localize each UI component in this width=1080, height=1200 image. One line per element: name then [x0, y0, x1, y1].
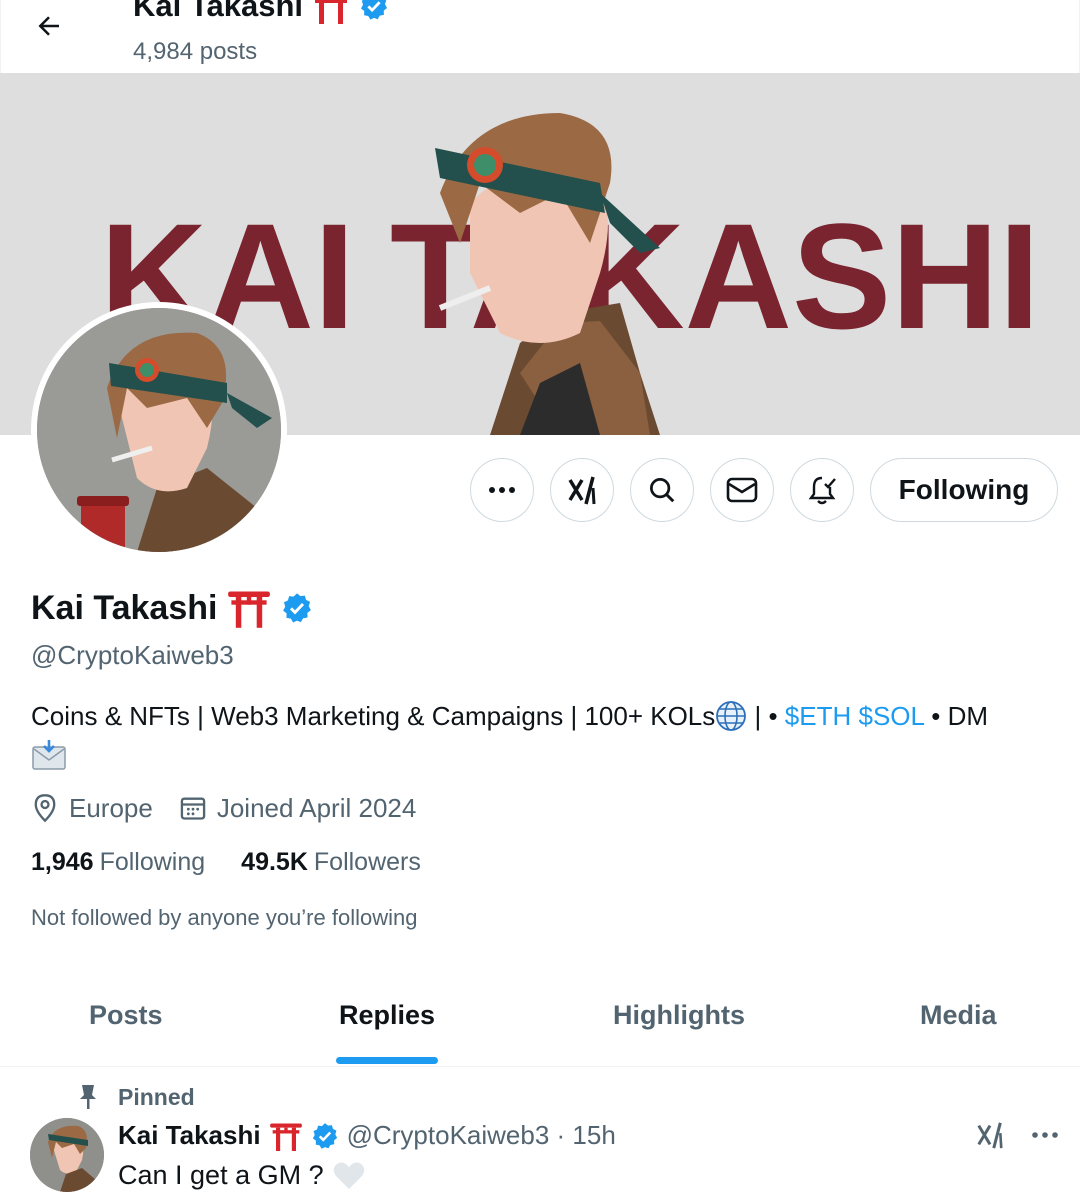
bio-separator: | • — [747, 701, 785, 731]
verified-badge-icon — [312, 1122, 337, 1149]
post-text: Can I get a GM ? — [118, 1160, 366, 1191]
profile-handle: @CryptoKaiweb3 — [31, 640, 234, 670]
bio-text: Coins & NFTs | Web3 Marketing & Campaign… — [31, 701, 716, 731]
following-button[interactable]: Following — [870, 458, 1058, 522]
following-count: 1,946 — [31, 848, 94, 876]
profile-tabs: Posts Replies Highlights Media — [0, 970, 1080, 1067]
white-heart-icon — [333, 1162, 364, 1189]
grok-icon — [568, 476, 596, 505]
pinned-label: Pinned — [118, 1083, 195, 1110]
grok-button[interactable] — [550, 458, 614, 522]
globe-icon — [716, 701, 747, 731]
post-avatar-artwork — [30, 1118, 104, 1192]
profile-bio: Coins & NFTs | Web3 Marketing & Campaign… — [31, 696, 1061, 776]
location-text: Europe — [69, 792, 153, 823]
search-icon — [650, 478, 675, 503]
pin-icon — [80, 1085, 96, 1109]
profile-meta: Europe Joined April 2024 — [31, 790, 442, 826]
location: Europe — [31, 793, 153, 824]
followers-link[interactable]: 49.5K Followers — [241, 848, 421, 877]
search-profile-button[interactable] — [630, 458, 694, 522]
notifications-button[interactable] — [790, 458, 854, 522]
tab-media[interactable]: Media — [920, 1000, 997, 1031]
envelope-icon — [726, 477, 758, 503]
bio-cashtags[interactable]: $ETH $SOL — [785, 701, 924, 731]
more-options-button[interactable] — [470, 458, 534, 522]
torii-gate-icon — [228, 591, 271, 628]
torii-gate-icon — [315, 0, 348, 24]
pinned-indicator: Pinned — [76, 1083, 195, 1111]
follow-stats: 1,946 Following 49.5K Followers — [31, 848, 457, 877]
header-name: Kai Takashi — [133, 0, 389, 24]
post-actions — [975, 1120, 1059, 1150]
active-tab-indicator — [336, 1057, 438, 1064]
followers-label: Followers — [313, 848, 421, 876]
header-name-text: Kai Takashi — [133, 0, 304, 23]
post-body: Can I get a GM ? — [118, 1160, 324, 1190]
arrow-left-icon — [38, 16, 59, 36]
post-header: Kai Takashi @CryptoKaiweb3 · 15h — [118, 1120, 616, 1151]
mutual-followers-note: Not followed by anyone you’re following — [31, 905, 418, 930]
verified-badge-icon[interactable] — [281, 592, 313, 624]
top-bar: Kai Takashi 4,984 posts — [0, 0, 1080, 73]
verified-badge-icon — [361, 0, 388, 20]
display-name: Kai Takashi — [31, 588, 313, 628]
tab-posts[interactable]: Posts — [89, 1000, 163, 1031]
bio-dm-text: • DM — [924, 701, 988, 731]
following-label: Following — [99, 848, 206, 876]
back-button[interactable] — [29, 6, 69, 46]
tab-replies[interactable]: Replies — [339, 1000, 435, 1031]
incoming-envelope-icon — [32, 740, 66, 770]
grok-icon[interactable] — [975, 1120, 1005, 1150]
bell-check-icon — [808, 476, 836, 505]
post-author-name[interactable]: Kai Takashi — [118, 1120, 261, 1151]
followers-count: 49.5K — [241, 848, 308, 876]
torii-gate-icon — [269, 1123, 302, 1151]
more-dots-icon[interactable] — [1031, 1131, 1059, 1139]
following-link[interactable]: 1,946 Following — [31, 848, 205, 877]
tab-highlights[interactable]: Highlights — [613, 1000, 745, 1031]
profile-avatar[interactable] — [31, 302, 287, 558]
post-author-avatar[interactable] — [30, 1118, 104, 1192]
more-dots-icon — [489, 487, 515, 493]
join-date-text: Joined April 2024 — [216, 792, 417, 823]
avatar-image — [37, 308, 281, 552]
display-name-text: Kai Takashi — [31, 588, 218, 627]
posts-count: 4,984 posts — [133, 38, 258, 65]
avatar-artwork — [37, 308, 281, 552]
location-pin-icon — [34, 794, 56, 823]
calendar-icon — [180, 797, 206, 820]
join-date: Joined April 2024 — [179, 793, 416, 824]
post-author-handle-time[interactable]: @CryptoKaiweb3 · 15h — [347, 1120, 616, 1151]
message-button[interactable] — [710, 458, 774, 522]
